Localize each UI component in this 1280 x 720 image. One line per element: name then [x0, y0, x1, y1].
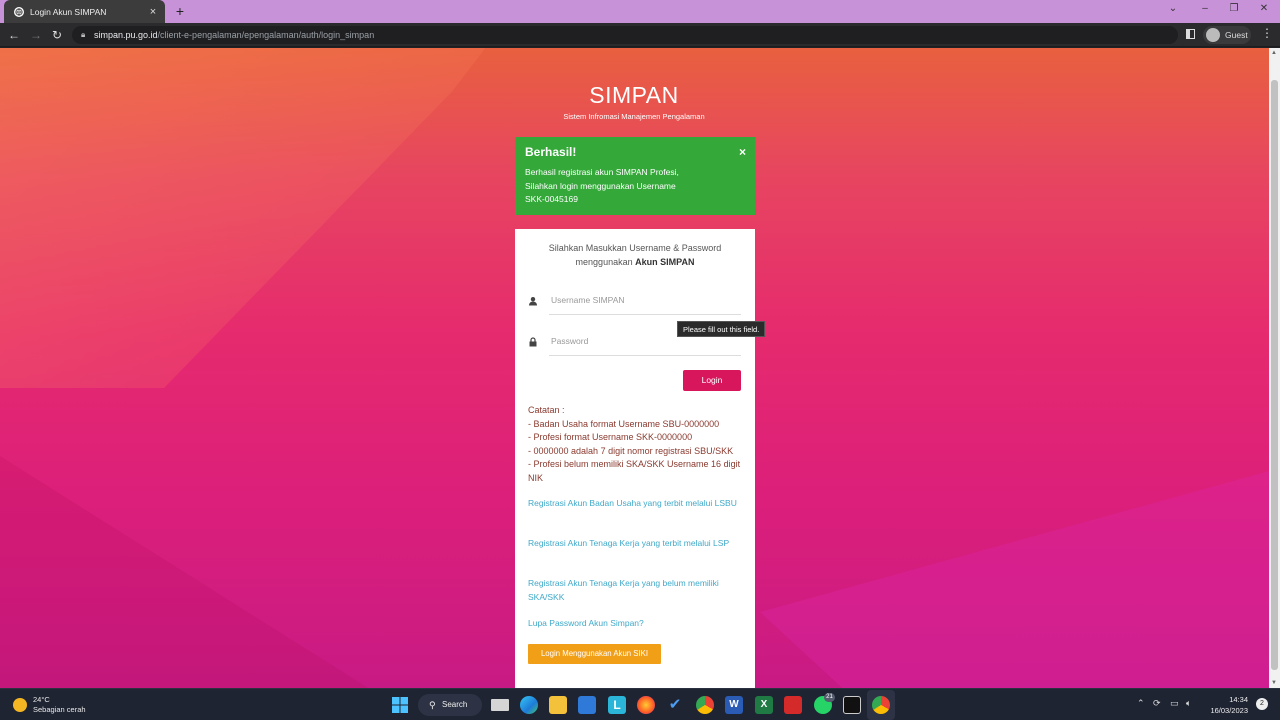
intro-line: menggunakan Akun SIMPAN [527, 256, 743, 270]
login-card: Silahkan Masukkan Username & Password me… [515, 229, 755, 689]
menu-kebab-icon[interactable]: ⋮ [1261, 26, 1273, 40]
alert-message-line: Silahkan login menggunakan Username [525, 180, 676, 191]
minimize-icon[interactable]: – [1195, 3, 1215, 14]
windows-start-icon[interactable] [391, 696, 409, 714]
search-icon: ⚲ [429, 700, 436, 710]
link-forgot-password[interactable]: Lupa Password Akun Simpan? [528, 617, 746, 631]
browser-tab[interactable]: Login Akun SIMPAN × [4, 0, 165, 23]
link-register-tenaga-kerja-no-ska[interactable]: Registrasi Akun Tenaga Kerja yang belum … [528, 577, 746, 604]
weather-widget[interactable]: 24°C Sebagian cerah [13, 695, 86, 715]
notes-section: Catatan : - Badan Usaha format Username … [528, 404, 746, 485]
alert-close-icon[interactable]: × [739, 145, 746, 159]
new-tab-button[interactable]: + [173, 3, 187, 19]
link-register-badan-usaha[interactable]: Registrasi Akun Badan Usaha yang terbit … [528, 497, 746, 511]
username-field[interactable]: Username SIMPAN [549, 289, 741, 315]
note-item: - Badan Usaha format Username SBU-000000… [528, 418, 720, 429]
volume-icon[interactable]: 🔈︎ [1186, 698, 1191, 709]
validation-tooltip: Please fill out this field. [677, 321, 766, 337]
note-item: - Profesi belum memiliki SKA/SKK Usernam… [528, 459, 741, 483]
alert-message-line: Berhasil registrasi akun SIMPAN Profesi, [525, 167, 679, 177]
windows-taskbar: 24°C Sebagian cerah ⚲ Search L ✔ W X 21 … [0, 688, 1280, 720]
background-shape [0, 456, 400, 688]
link-register-tenaga-kerja-lsp[interactable]: Registrasi Akun Tenaga Kerja yang terbit… [528, 537, 746, 551]
url-path: /client-e-pengalaman/epengalaman/auth/lo… [157, 30, 375, 40]
mail-icon[interactable] [578, 696, 596, 714]
side-panel-icon[interactable] [1186, 29, 1195, 39]
browser-tab-bar: Login Akun SIMPAN × + ⌄ – ❐ ✕ [0, 0, 1280, 23]
restore-icon[interactable]: ❐ [1224, 3, 1244, 14]
forward-arrow-icon[interactable]: → [27, 26, 45, 44]
task-view-icon[interactable] [491, 699, 509, 711]
browser-toolbar: ← → ↻ 🔒︎ simpan.pu.go.id/client-e-pengal… [0, 23, 1280, 47]
reload-icon[interactable]: ↻ [48, 26, 66, 44]
note-item: - 0000000 adalah 7 digit nomor registras… [528, 445, 734, 456]
notification-badge[interactable]: 2 [1256, 698, 1268, 710]
login-button[interactable]: Login [683, 370, 741, 391]
login-siki-button[interactable]: Login Menggunakan Akun SIKI [528, 644, 661, 664]
system-clock[interactable]: 14:34 16/03/2023 [1204, 694, 1248, 716]
terminal-icon[interactable] [843, 696, 861, 714]
pdf-reader-icon[interactable] [784, 696, 802, 714]
close-window-icon[interactable]: ✕ [1254, 3, 1274, 14]
app-title: SIMPAN [589, 82, 679, 108]
alert-title: Berhasil! [525, 145, 577, 159]
app-l-icon[interactable]: L [608, 696, 626, 714]
url-host: simpan.pu.go.id [94, 30, 158, 40]
success-alert: Berhasil! × Berhasil registrasi akun SIM… [515, 137, 755, 215]
tray-chevron-up-icon[interactable]: ⌃ [1137, 698, 1145, 709]
password-placeholder: Password [551, 336, 589, 346]
background-shape [760, 468, 1269, 688]
user-icon [529, 297, 537, 306]
profile-avatar-icon [1206, 28, 1220, 42]
background-shape [0, 48, 516, 388]
page-scrollbar[interactable]: ▲ ▼ [1269, 48, 1280, 688]
intro-bold: Akun SIMPAN [635, 256, 695, 267]
chrome-active-icon[interactable] [872, 696, 890, 714]
scrollbar-thumb[interactable] [1271, 80, 1278, 670]
clock-time: 14:34 [1229, 695, 1248, 704]
partly-sunny-icon [13, 698, 27, 712]
profile-button[interactable]: Guest [1203, 26, 1251, 44]
scroll-down-icon[interactable]: ▼ [1271, 680, 1277, 686]
search-label: Search [442, 700, 468, 709]
edge-icon[interactable] [520, 696, 538, 714]
lock-icon [529, 337, 537, 347]
word-icon[interactable]: W [725, 696, 743, 714]
display-icon[interactable]: ▭ [1170, 698, 1179, 709]
file-explorer-icon[interactable] [549, 696, 567, 714]
firefox-icon[interactable] [637, 696, 655, 714]
tab-close-icon[interactable]: × [145, 6, 161, 18]
notes-title: Catatan : [528, 405, 565, 415]
intro-prefix: menggunakan [575, 256, 633, 267]
lock-icon: 🔒︎ [81, 30, 86, 39]
address-bar[interactable]: 🔒︎ simpan.pu.go.id/client-e-pengalaman/e… [72, 26, 1178, 44]
login-intro: Silahkan Masukkan Username & Password me… [527, 242, 743, 269]
username-placeholder: Username SIMPAN [551, 295, 625, 305]
alert-message-line: SKK-0045169 [525, 194, 578, 204]
todo-check-icon[interactable]: ✔ [666, 696, 684, 714]
sync-icon[interactable]: ⟳ [1153, 698, 1161, 709]
taskbar-search[interactable]: ⚲ Search [418, 694, 482, 716]
back-arrow-icon[interactable]: ← [5, 26, 23, 44]
tab-search-icon[interactable]: ⌄ [1163, 3, 1183, 14]
intro-line: Silahkan Masukkan Username & Password [548, 243, 722, 253]
whatsapp-badge: 21 [824, 693, 835, 702]
profile-label: Guest [1225, 30, 1248, 40]
clock-date: 16/03/2023 [1210, 706, 1248, 715]
note-item: - Profesi format Username SKK-0000000 [528, 432, 693, 442]
globe-icon [14, 6, 24, 17]
chrome-icon[interactable] [696, 696, 714, 714]
tab-title: Login Akun SIMPAN [30, 6, 107, 17]
scroll-up-icon[interactable]: ▲ [1271, 50, 1277, 56]
alert-message: Berhasil registrasi akun SIMPAN Profesi,… [525, 166, 745, 207]
excel-icon[interactable]: X [755, 696, 773, 714]
app-subtitle: Sistem Infromasi Manajemen Pengalaman [563, 112, 705, 121]
